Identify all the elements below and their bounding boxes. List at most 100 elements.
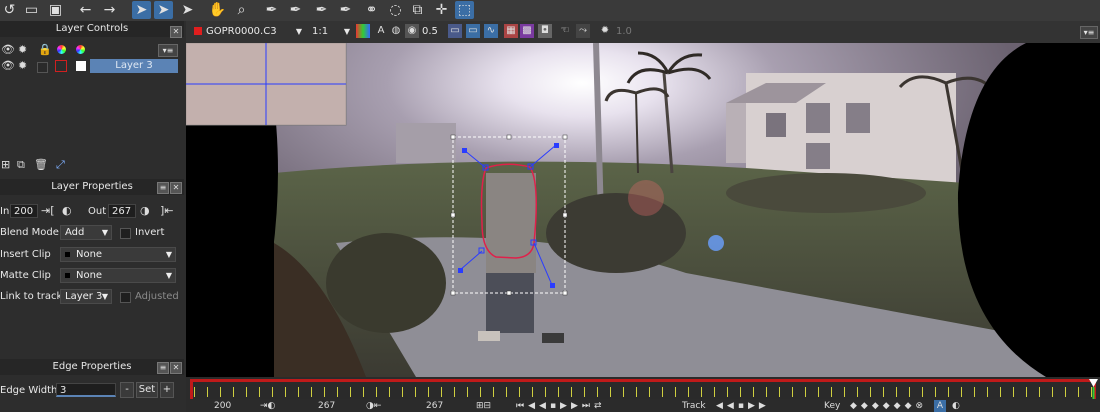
track-controls[interactable]: ◀◀▪▶▶ [716,400,770,412]
select-b-icon[interactable]: ➤ [154,1,173,19]
timeline-range-left [190,382,193,399]
eye-icon[interactable]: 👁 [1,44,15,56]
edge-width-field[interactable]: 3 [56,383,116,397]
matte-clip-label: Matte Clip [0,270,51,281]
layer-fill-swatch[interactable] [76,61,86,71]
opacity-value[interactable]: 0.5 [422,24,438,40]
pen-plus-icon[interactable]: ✒ [286,1,305,19]
open-icon[interactable]: ▭ [22,1,41,19]
curve-icon[interactable]: ∿ [484,24,498,38]
lock-icon[interactable]: 🔒 [38,44,52,56]
timeline[interactable] [190,379,1100,399]
in-label: In [0,206,10,217]
transform-icon[interactable]: ⧉ [408,1,427,19]
out-point-field[interactable]: 267 [108,204,136,218]
link-icon[interactable]: ⚭ [362,1,381,19]
rect-select-icon[interactable]: ⬚ [455,1,474,19]
close-icon[interactable]: ✕ [170,362,182,374]
menu-icon[interactable]: ≡ [157,182,169,194]
hand-icon[interactable]: ✋ [208,1,227,19]
blend-mode-select[interactable]: Add ▼ [60,225,112,240]
in-point-field[interactable]: 200 [10,204,38,218]
hand-pointer-icon[interactable]: ☜ [558,24,572,38]
rgb-channels-icon[interactable] [356,24,370,38]
auto-key-icon[interactable]: A [934,400,946,412]
in-frame-value[interactable]: 200 [214,400,231,412]
track-options-icon[interactable]: ⊞⊟ [476,400,491,412]
menu-icon[interactable]: ≡ [157,362,169,374]
edge-width-set-button[interactable]: Set [136,382,158,398]
track-icon[interactable]: ⤳ [576,24,590,38]
color-wheel-icon[interactable] [57,45,66,54]
checker-icon[interactable]: ▩ [520,24,534,38]
sun-icon[interactable]: ✹ [18,44,27,56]
grid-icon[interactable]: ▦ [504,24,518,38]
chevron-down-icon: ▼ [165,271,172,280]
layer-name[interactable]: Layer 3 [90,59,178,73]
timeline-range-top [190,379,1096,382]
zoom-select[interactable]: 1:1 ▼ [312,24,350,40]
close-icon[interactable]: ✕ [170,26,182,38]
set-out-icon[interactable]: ]⇤ [160,205,174,217]
sun-icon[interactable]: ✹ [18,60,27,72]
edge-properties-title: Edge Properties [52,361,132,372]
go-to-out-icon[interactable]: ◑⇤ [366,400,381,412]
chevron-down-icon: ▼ [343,27,350,36]
edge-width-minus-button[interactable]: - [120,382,134,398]
pen-x-icon[interactable]: ✒ [262,1,281,19]
zoom-icon[interactable]: ⌕ [232,1,251,19]
pen-b-icon[interactable]: ✒ [312,1,331,19]
monitor-icon[interactable]: ▭ [448,24,462,38]
lasso-icon[interactable]: ◌ [386,1,405,19]
invert-checkbox[interactable] [120,228,131,239]
insert-clip-select[interactable]: None ▼ [60,247,176,262]
clip-name: GOPR0000.C3 [206,26,277,37]
playback-controls[interactable]: ⏮◀◀▪▶▶⏭⇄ [516,400,606,412]
lock-key-icon[interactable]: ◐ [952,400,960,412]
move-icon[interactable]: ✛ [432,1,451,19]
edge-width-label: Edge Width [0,385,58,396]
clip-select[interactable]: GOPR0000.C3 ▼ [206,24,302,40]
track-label: Track [682,401,706,411]
matte-clip-select[interactable]: None ▼ [60,268,176,283]
eye-icon[interactable]: 👁 [1,60,15,72]
select-arrow-icon[interactable]: ➤ [132,1,151,19]
video-viewer[interactable] [186,43,1100,377]
lock-checkbox[interactable] [37,62,48,73]
frame-value[interactable]: 1.0 [616,24,632,40]
out-frame-value[interactable]: 267 [426,400,443,412]
undo-icon[interactable]: ↺ [0,1,19,19]
save-icon[interactable]: ▣ [46,1,65,19]
key-label: Key [824,401,841,411]
back-arrow-icon[interactable]: ← [76,1,95,19]
playhead-icon[interactable] [1089,379,1098,399]
adjusted-checkbox[interactable] [120,292,131,303]
monitor-split-icon[interactable]: ▭ [466,24,480,38]
layer-row[interactable]: 👁 ✹ Layer 3 [0,59,184,74]
edge-width-plus-button[interactable]: + [160,382,174,398]
set-in-icon[interactable]: ⇥◐ [260,400,275,412]
link-to-track-select[interactable]: Layer 3 ▼ [60,289,112,304]
select-plus-icon[interactable]: ➤ [178,1,197,19]
go-to-out-icon[interactable]: ◑ [140,205,150,217]
new-layer-icon[interactable]: ⊞ [1,159,10,171]
color-wheel-icon[interactable] [76,45,85,54]
key-controls[interactable]: ◆◆◆◆◆◆⊗ [850,400,927,412]
close-icon[interactable]: ✕ [170,182,182,194]
alpha-channel-icon[interactable]: A [374,24,388,38]
go-to-in-icon[interactable]: ◐ [62,205,72,217]
expand-icon[interactable]: ⤢ [56,159,65,171]
pen-b-plus-icon[interactable]: ✒ [336,1,355,19]
opacity-icon[interactable]: ◉ [405,24,419,38]
trash-icon[interactable]: 🗑 [34,159,48,171]
viewer-menu-button[interactable]: ▾≡ [1080,26,1098,39]
forward-arrow-icon[interactable]: → [100,1,119,19]
set-in-icon[interactable]: ⇥[ [41,205,55,217]
mid-frame-value[interactable]: 267 [318,400,335,412]
layer-color-swatch[interactable] [55,60,67,72]
layer-menu-button[interactable]: ▾≡ [158,44,178,57]
overlay-icon[interactable]: ◍ [389,24,403,38]
brightness-icon[interactable]: ✹ [598,24,612,38]
duplicate-layer-icon[interactable]: ⧉ [17,159,25,171]
mask-icon[interactable]: ◘ [538,24,552,38]
